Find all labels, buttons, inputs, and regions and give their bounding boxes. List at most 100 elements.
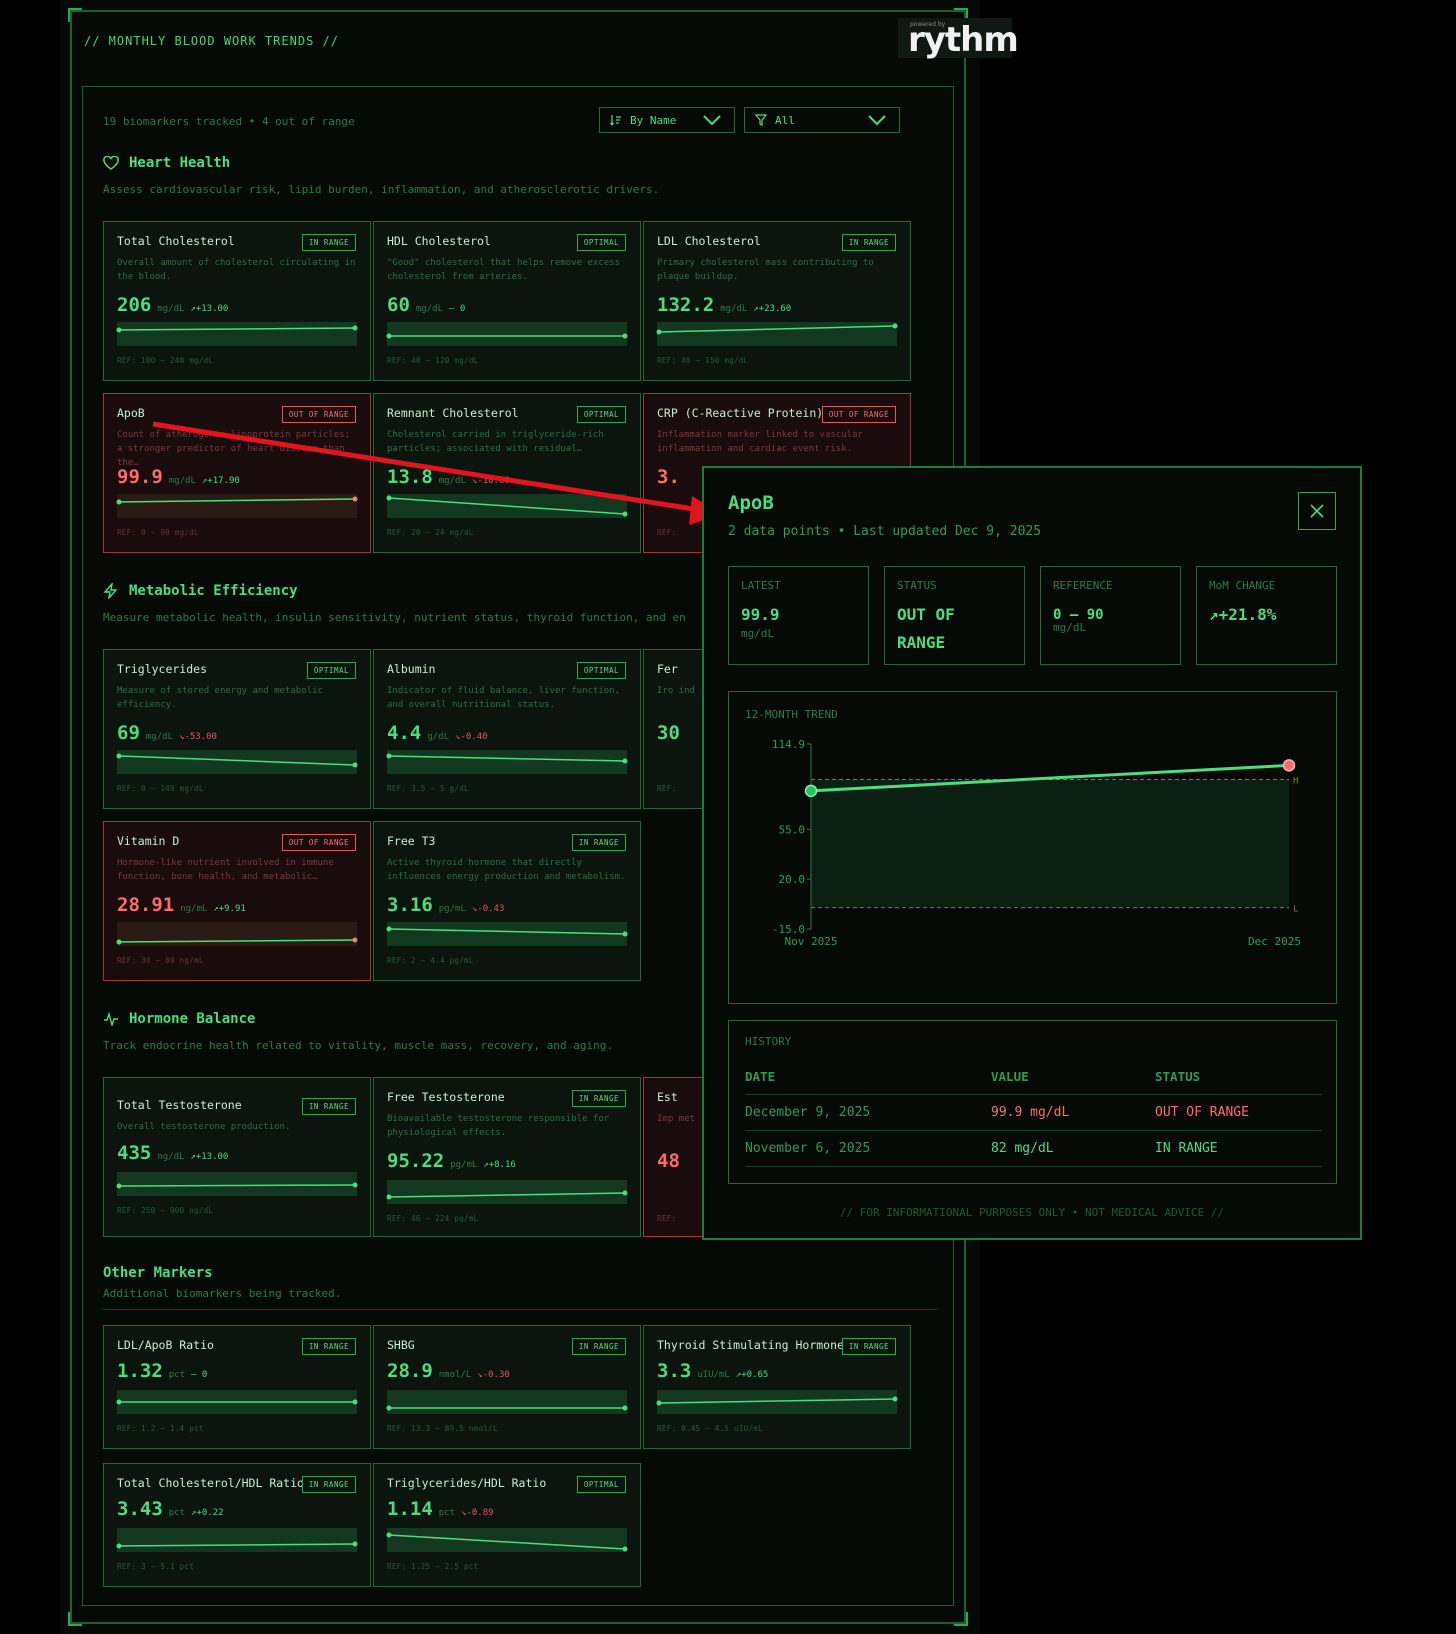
reference-range: REF: 1.25 – 2.5 pct [387,1562,479,1571]
reference-range: REF: 30 – 80 ng/mL [117,956,204,965]
sparkline-point [352,937,358,943]
sparkline-point [622,931,628,937]
card-delta: — 0 [448,304,466,314]
history-table: HISTORY DATE VALUE STATUS December 9, 20… [728,1020,1337,1184]
sort-dropdown[interactable]: By Name [599,107,735,133]
card-unit: mg/dL [438,476,466,486]
card-unit: pg/mL [450,1160,478,1170]
section-other-markers: Other Markers [103,1265,213,1281]
card-delta: ↗+9.91 [213,904,246,914]
sparkline [386,1528,628,1552]
reference-range: REF: 40 – 120 mg/dL [387,356,479,365]
close-button[interactable] [1298,492,1336,530]
filter-dropdown[interactable]: All [744,107,900,133]
sparkline-svg [116,753,358,768]
reference-range: REF: 0 – 90 mg/dL [117,528,199,537]
data-point [804,784,818,798]
modal-subtitle: 2 data points • Last updated Dec 9, 2025 [728,524,1042,539]
sparkline [656,322,898,346]
status-badge: OUT OF RANGE [281,834,356,851]
sparkline [116,922,358,946]
section-description: Assess cardiovascular risk, lipid burden… [103,183,660,196]
row-date: November 6, 2025 [745,1141,871,1156]
card-value-row: 3. [657,466,680,488]
sparkline-point [352,1541,358,1547]
biomarker-card-free-testosterone[interactable]: Free Testosterone IN RANGE Bioavailable … [373,1077,641,1237]
card-value-row: 60 mg/dL — 0 [387,294,465,316]
card-value-row: 69 mg/dL ↘-53.00 [117,722,217,744]
card-value-row: 132.2 mg/dL ↗+23.60 [657,294,791,316]
reference-range: REF: 3 – 5.1 pct [117,1562,195,1571]
frame-corner [68,8,82,22]
card-value: 1.32 [117,1360,163,1382]
card-name: Total Cholesterol [117,234,235,248]
card-value-row: 99.9 mg/dL ↗+17.90 [117,466,240,488]
card-value: 1.14 [387,1498,433,1520]
card-value: 132.2 [657,294,715,316]
biomarker-card-vitamin-d[interactable]: Vitamin D OUT OF RANGE Hormone-like nutr… [103,821,371,981]
column-header-value: VALUE [991,1069,1029,1084]
sparkline-path [118,498,356,503]
card-value: 206 [117,294,152,316]
sparkline-path [118,755,356,766]
biomarker-card-free-t3[interactable]: Free T3 IN RANGE Active thyroid hormone … [373,821,641,981]
bolt-icon [103,583,118,599]
filter-label: All [775,113,795,127]
stat-label: REFERENCE [1053,579,1113,592]
stat-value: ↗+21.8% [1209,605,1277,624]
sparkline-point [386,1194,392,1200]
sparkline [656,1390,898,1414]
sparkline-point [622,758,628,764]
card-value-row: 1.14 pct ↘-0.89 [387,1498,494,1520]
sparkline-point [116,327,122,333]
card-value: 3. [657,466,680,488]
sparkline-point [622,1405,628,1411]
biomarker-card-remnant-cholesterol[interactable]: Remnant Cholesterol OPTIMAL Cholesterol … [373,393,641,553]
card-value-row: 30 [657,722,680,744]
sparkline-svg [116,325,358,333]
biomarker-card-ldl-apob-ratio[interactable]: LDL/ApoB Ratio IN RANGE 1.32 pct — 0 REF: … [103,1325,371,1449]
row-date: December 9, 2025 [745,1105,871,1120]
row-status: IN RANGE [1155,1141,1218,1156]
card-name: Total Cholesterol/HDL Ratio [117,1476,304,1490]
sparkline-path [118,1543,356,1547]
biomarker-card-ldl-cholesterol[interactable]: LDL Cholesterol IN RANGE Primary cholest… [643,221,911,381]
sparkline-svg [656,1396,898,1406]
sparkline-point [622,1190,628,1196]
chevron-down-icon [703,115,721,126]
biomarker-card-hdl-cholesterol[interactable]: HDL Cholesterol OPTIMAL "Good" cholester… [373,221,641,381]
reference-range: REF: 3.5 – 5 g/dL [387,784,469,793]
stat-reference: REFERENCE 0 – 90 mg/dL [1040,566,1181,665]
sparkline-point [116,1399,122,1405]
y-tick-label: 20.0 [779,873,806,886]
biomarker-card-triglycerides[interactable]: Triglycerides OPTIMAL Measure of stored … [103,649,371,809]
biomarker-card-apob[interactable]: ApoB OUT OF RANGE Count of atherogenic l… [103,393,371,553]
biomarker-card-total-cholesterol[interactable]: Total Cholesterol IN RANGE Overall amoun… [103,221,371,381]
card-value: 4.4 [387,722,422,744]
biomarker-card-shbg[interactable]: SHBG IN RANGE 28.9 nmol/L ↘-0.30 REF: 13.3… [373,1325,641,1449]
sparkline-path [118,939,356,943]
card-delta: ↘-0.30 [477,1370,510,1380]
card-name: SHBG [387,1338,415,1352]
sparkline-point [386,1405,392,1411]
row-value: 99.9 mg/dL [991,1105,1070,1120]
sparkline-path [388,1192,626,1198]
status-badge: IN RANGE [571,1090,626,1107]
sparkline-svg [386,1532,628,1552]
biomarker-card-albumin[interactable]: Albumin OPTIMAL Indicator of fluid balan… [373,649,641,809]
heart-icon [103,156,119,170]
section-hormone-balance: Hormone Balance [103,1011,255,1027]
card-value: 28.9 [387,1360,433,1382]
card-description: Cholesterol carried in triglyceride-rich… [387,430,604,454]
table-row: December 9, 2025 99.9 mg/dL OUT OF RANGE [745,1095,1322,1131]
card-name: Albumin [387,662,436,676]
biomarker-card-tsh[interactable]: Thyroid Stimulating Hormone IN RANGE 3.3… [643,1325,911,1449]
biomarker-card-trig-hdl-ratio[interactable]: Triglycerides/HDL Ratio OPTIMAL 1.14 pct ↘… [373,1463,641,1587]
biomarker-card-total-chol-hdl-ratio[interactable]: Total Cholesterol/HDL Ratio IN RANGE 3.4… [103,1463,371,1587]
biomarker-card-total-testosterone[interactable]: Total Testosterone IN RANGE Overall test… [103,1077,371,1237]
sparkline-point [386,1532,392,1538]
table-header: DATE VALUE STATUS [745,1059,1322,1095]
card-value: 60 [387,294,410,316]
stat-label: STATUS [897,579,937,592]
sparkline-point [892,323,898,329]
